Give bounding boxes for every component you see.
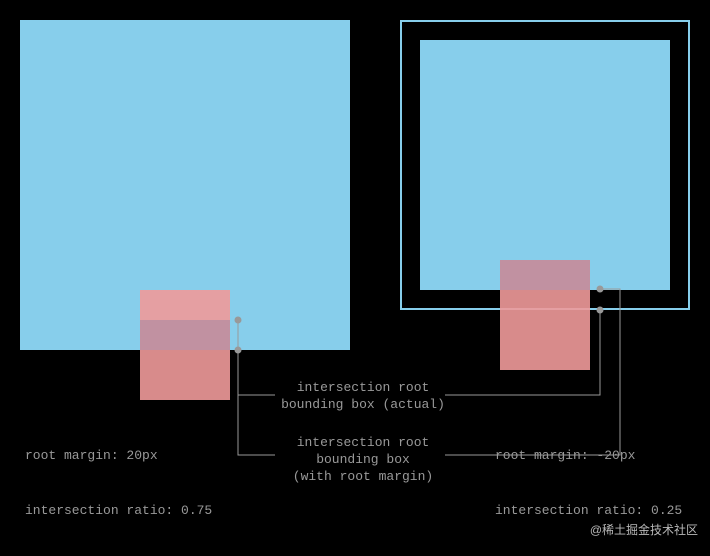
watermark: @稀土掘金技术社区 [590,521,698,538]
label-actual: intersection root bounding box (actual) [278,380,448,414]
root-margin-left-label: root margin: 20px [25,447,212,465]
root-margin-right-label: root margin: -20px [495,447,682,465]
root-box-with-margin-right [420,40,670,290]
stats-left: root margin: 20px intersection ratio: 0.… [25,411,212,538]
label-with-margin: intersection root bounding box (with roo… [278,435,448,486]
stats-right: root margin: -20px intersection ratio: 0… [495,411,682,538]
intersection-band-left [140,320,230,350]
intersection-band-right [500,260,590,290]
ratio-left-label: intersection ratio: 0.75 [25,502,212,520]
diagram-left [20,20,350,360]
diagram-right [400,20,690,360]
ratio-right-label: intersection ratio: 0.25 [495,502,682,520]
